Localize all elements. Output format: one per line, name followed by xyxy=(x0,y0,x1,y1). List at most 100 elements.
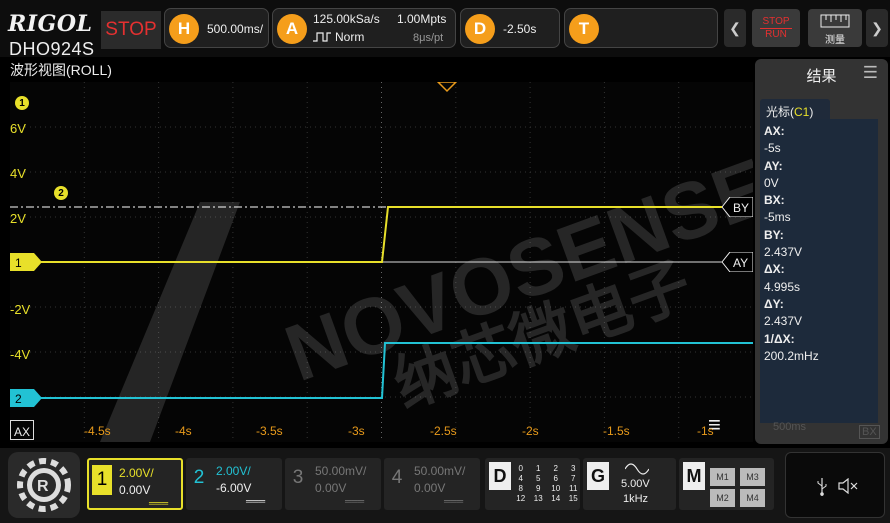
tab-cursor-suffix: ) xyxy=(809,105,814,119)
acquisition-status[interactable]: STOP xyxy=(101,11,161,49)
digital-channel-label: 10 xyxy=(551,484,561,493)
voltage-label: 2V xyxy=(10,211,26,226)
math-m1-button[interactable]: M1 xyxy=(710,468,735,486)
sample-interval: 8μs/pt xyxy=(413,32,444,44)
tab-cursor[interactable]: 光标(C1) xyxy=(760,99,830,121)
result-key: 1/ΔX: xyxy=(764,331,795,346)
generator-letter: G xyxy=(587,462,609,490)
math-m4-button[interactable]: M4 xyxy=(740,489,765,507)
math-m2-button[interactable]: M2 xyxy=(710,489,735,507)
ch3-coupling: ═══ xyxy=(345,496,365,506)
voltage-label: -2V xyxy=(10,302,31,317)
result-value: 4.995s xyxy=(764,279,801,294)
ruler-icon xyxy=(820,14,850,28)
ch2-scale: 2.00V/ xyxy=(216,464,251,478)
tab-cursor-channel: C1 xyxy=(794,105,810,119)
faded-bx-marker: BX xyxy=(859,425,880,439)
menu-icon[interactable]: ☰ xyxy=(863,63,878,83)
horizontal-letter: H xyxy=(169,14,199,44)
digital-channel-label: 4 xyxy=(518,474,523,483)
chevron-right-icon[interactable]: ❯ xyxy=(866,9,888,47)
brand-logo: RIGOL xyxy=(8,11,93,37)
result-key: ΔX: xyxy=(764,262,785,277)
usb-icon[interactable] xyxy=(816,478,828,496)
digital-channel-label: 6 xyxy=(553,474,558,483)
model-name: DHO924S xyxy=(9,39,95,59)
acquire-mode: Norm xyxy=(335,30,365,44)
ch3-scale: 50.00mV/ xyxy=(315,464,367,478)
ch1-settings-button[interactable]: 1 2.00V/ 0.00V ═══ xyxy=(87,458,183,510)
digital-channel-label: 2 xyxy=(553,464,558,473)
system-status-area xyxy=(785,452,885,518)
time-label: -3.5s xyxy=(256,424,283,438)
chevron-left-icon[interactable]: ❮ xyxy=(724,9,746,47)
ch1-number: 1 xyxy=(92,465,112,495)
result-value: 0V xyxy=(764,175,779,190)
result-value: 2.437V xyxy=(764,245,803,260)
run-stop-label-stop: STOP xyxy=(762,16,790,27)
result-key: ΔY: xyxy=(764,296,784,311)
time-label: -2.5s xyxy=(430,424,457,438)
result-value: 2.437V xyxy=(764,314,803,329)
cursor-by-marker[interactable]: BY xyxy=(722,197,753,217)
cursor-ay-marker[interactable]: AY xyxy=(722,252,753,272)
ch2-top-marker: 2 xyxy=(54,186,68,200)
pulse-icon xyxy=(313,32,331,42)
time-label: -4s xyxy=(175,424,192,438)
acquire-button[interactable]: A 125.00kSa/s 1.00Mpts Norm 8μs/pt xyxy=(272,8,456,48)
horizontal-button[interactable]: H 500.00ms/ xyxy=(164,8,269,48)
run-stop-button[interactable]: STOP RUN xyxy=(752,9,800,47)
ch2-settings-button[interactable]: 2 2.00V/ -6.00V ═══ xyxy=(186,458,282,510)
trigger-button[interactable]: T xyxy=(564,8,718,48)
sample-rate: 125.00kSa/s xyxy=(313,12,380,26)
ch1-top-marker: 1 xyxy=(15,96,29,110)
digital-channel-label: 0 xyxy=(518,464,523,473)
digital-channel-label: 11 xyxy=(569,484,578,493)
time-label: -1s xyxy=(697,424,714,438)
generator-amplitude: 5.00V xyxy=(621,478,650,490)
result-key: BX: xyxy=(764,193,785,208)
voltage-label: 6V xyxy=(10,121,26,136)
digital-channel-label: 5 xyxy=(536,474,541,483)
generator-button[interactable]: G 5.00V 1kHz xyxy=(583,458,676,510)
waveform-area[interactable]: NOVOSENSE 纳芯微电子 1 2 1 2 AX BY AY ≡ xyxy=(10,82,753,442)
ch2-coupling: ═══ xyxy=(246,496,266,506)
gear-icon: R xyxy=(17,458,71,512)
cursor-ax-marker[interactable]: AX xyxy=(10,420,34,440)
math-button[interactable]: M M1 M3 M2 M4 xyxy=(679,458,774,510)
result-key: AY: xyxy=(764,158,783,173)
result-value: -5s xyxy=(764,141,781,156)
generator-frequency: 1kHz xyxy=(623,493,649,505)
digital-channel-label: 3 xyxy=(571,464,576,473)
waveform-view-title: 波形视图(ROLL) xyxy=(10,62,112,78)
ch2-offset-marker[interactable]: 2 xyxy=(10,389,42,407)
digital-channel-label: 8 xyxy=(518,484,523,493)
voltage-label: -4V xyxy=(10,347,31,362)
digital-channel-label: 15 xyxy=(568,494,578,503)
watermark-logo-slash xyxy=(100,202,240,442)
sine-wave-icon xyxy=(625,463,649,475)
voltage-label: 4V xyxy=(10,166,26,181)
acquire-letter: A xyxy=(277,14,307,44)
delay-value: -2.50s xyxy=(503,22,537,36)
measure-button[interactable]: 测量 xyxy=(808,9,862,47)
delay-button[interactable]: D -2.50s xyxy=(460,8,560,48)
speaker-muted-icon[interactable] xyxy=(838,478,860,494)
svg-text:BY: BY xyxy=(733,201,749,215)
math-m3-button[interactable]: M3 xyxy=(740,468,765,486)
home-button[interactable]: R xyxy=(8,452,80,518)
results-panel: 结果 ☰ 光标(C1) AX: -5s AY: 0V BX: -5ms BY: … xyxy=(755,59,888,444)
ch1-offset-marker[interactable]: 1 xyxy=(10,253,42,271)
ch4-scale: 50.00mV/ xyxy=(414,464,466,478)
ch3-offset: 0.00V xyxy=(315,481,347,495)
digital-channels-button[interactable]: D 0 1 2 3 4 5 6 7 8 9 10 11 12 13 14 15 xyxy=(485,458,580,510)
digital-channel-label: 12 xyxy=(516,494,526,503)
ch4-settings-button[interactable]: 4 50.00mV/ 0.00V ═══ xyxy=(384,458,480,510)
delay-letter: D xyxy=(465,14,495,44)
ch3-settings-button[interactable]: 3 50.00mV/ 0.00V ═══ xyxy=(285,458,381,510)
ch1-scale: 2.00V/ xyxy=(119,466,154,480)
top-bar: RIGOL DHO924S STOP H 500.00ms/ A 125.00k… xyxy=(0,0,890,59)
ch4-offset: 0.00V xyxy=(414,481,446,495)
svg-text:1: 1 xyxy=(15,256,22,270)
ch4-coupling: ═══ xyxy=(444,496,464,506)
